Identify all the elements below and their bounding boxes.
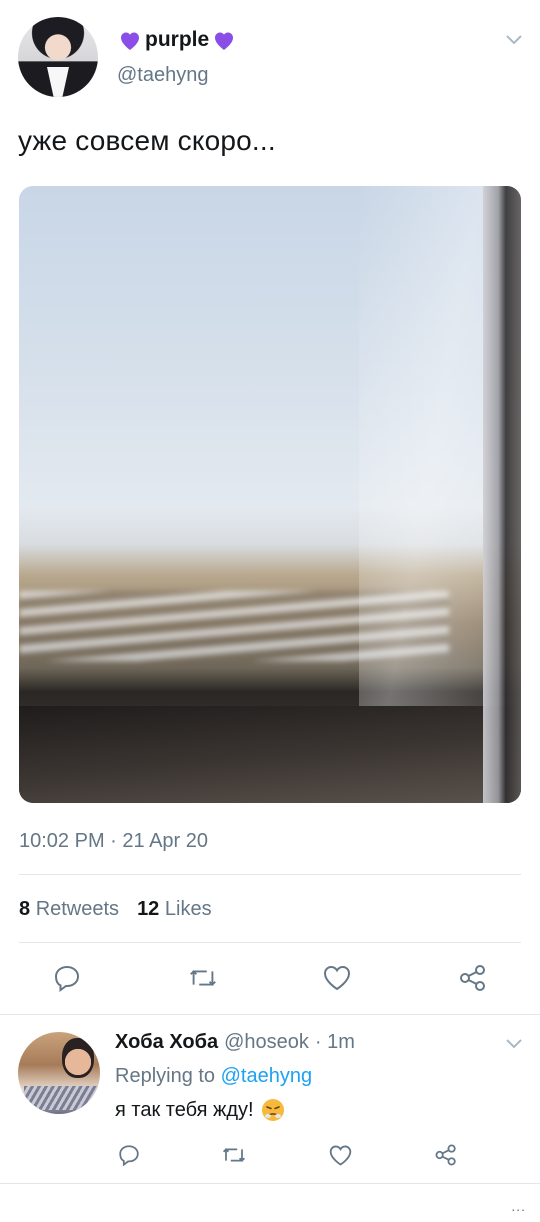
reply-display-name[interactable]: Хоба Хоба (115, 1031, 218, 1054)
chevron-down-icon[interactable] (505, 1038, 523, 1050)
retweet-icon (190, 970, 216, 986)
share-icon (460, 965, 485, 991)
avatar-blanket (24, 1086, 98, 1110)
more-indicator: ... (511, 1198, 526, 1214)
author-name-row[interactable]: purple (117, 28, 237, 52)
divider (0, 1183, 540, 1184)
chevron-down-icon[interactable] (505, 34, 523, 46)
reply-like-button[interactable] (324, 1139, 356, 1171)
replying-to: Replying to @taehyng (115, 1065, 312, 1088)
avatar-shirt (47, 67, 69, 97)
reply-header: Хоба Хоба @hoseok · 1m (115, 1031, 355, 1054)
purple-heart-icon (121, 32, 139, 50)
purple-heart-icon (215, 32, 234, 50)
reply-icon (54, 965, 80, 992)
avatar-face (62, 1038, 94, 1078)
photo-window-sill (19, 706, 521, 803)
tweet-stats: 8 Retweets 12 Likes (19, 898, 212, 921)
share-icon (435, 1144, 456, 1166)
reply-text-row: я так тебя жду! (115, 1097, 286, 1123)
reply-author-avatar[interactable] (18, 1032, 100, 1114)
like-button[interactable] (321, 962, 353, 994)
author-display-name: purple (145, 28, 210, 51)
replying-prefix: Replying to (115, 1065, 216, 1087)
reply-time: · 1m (314, 1031, 355, 1053)
retweet-button[interactable] (187, 962, 219, 994)
reply-share-button[interactable] (430, 1139, 462, 1171)
replying-mention-link[interactable]: @taehyng (221, 1065, 312, 1087)
tweet-photo[interactable] (19, 186, 521, 803)
reply-handle[interactable]: @hoseok (224, 1031, 309, 1054)
author-handle[interactable]: @taehyng (117, 64, 208, 87)
reply-retweet-button[interactable] (218, 1139, 250, 1171)
share-button[interactable] (457, 962, 489, 994)
huffing-face-emoji-icon (261, 1099, 284, 1121)
author-avatar[interactable] (18, 17, 98, 97)
reply-icon (119, 1145, 139, 1167)
likes-stat[interactable]: 12 Likes (137, 898, 212, 921)
reply-reply-button[interactable] (113, 1139, 145, 1171)
reply-button[interactable] (51, 962, 83, 994)
divider (0, 1014, 540, 1015)
divider (19, 942, 521, 943)
like-icon (329, 1145, 351, 1166)
tweet-text: уже совсем скоро... (18, 125, 276, 156)
tweet-timestamp: 10:02 PM · 21 Apr 20 (19, 830, 209, 852)
retweets-stat[interactable]: 8 Retweets (19, 898, 119, 921)
retweet-icon (222, 1148, 246, 1162)
like-icon (323, 965, 351, 991)
reply-text: я так тебя жду! (115, 1098, 254, 1121)
photo-window-frame (483, 186, 521, 803)
divider (19, 874, 521, 875)
